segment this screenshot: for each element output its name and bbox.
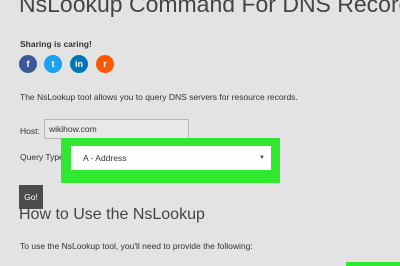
linkedin-share-icon[interactable]: in [70,55,88,73]
tool-description: The NsLookup tool allows you to query DN… [20,92,298,102]
reddit-share-icon[interactable]: r [96,55,114,73]
query-type-select[interactable]: A - Address ▼ [71,146,271,170]
page: NsLookup Command For DNS Records Sharing… [0,0,400,266]
sharing-label: Sharing is caring! [20,39,92,49]
dropdown-arrow-icon: ▼ [259,155,265,161]
page-title: NsLookup Command For DNS Records [19,0,400,17]
highlight-edge [346,262,400,266]
facebook-share-icon[interactable]: f [19,55,37,73]
section-text: To use the NsLookup tool, you'll need to… [20,241,253,251]
query-type-value: A - Address [83,153,127,163]
host-input[interactable] [44,119,189,139]
host-label: Host: [20,126,40,136]
section-heading: How to Use the NsLookup [19,206,205,223]
twitter-share-icon[interactable]: t [44,55,62,73]
